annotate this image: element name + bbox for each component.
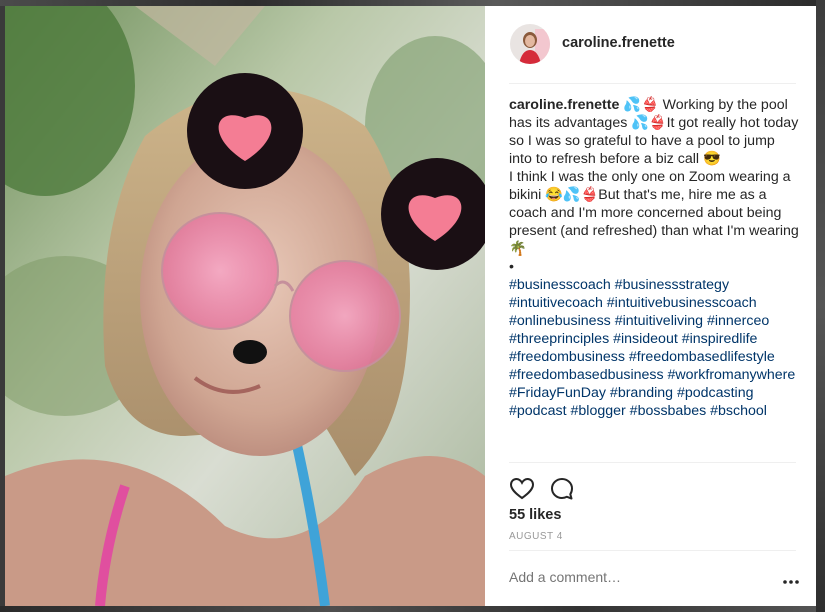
speech-bubble-icon[interactable] [549,476,575,502]
post-details-panel: caroline.frenette caroline.frenette 💦👙 W… [485,6,816,606]
caption-text-2: I think I was the only one on Zoom weari… [509,169,799,257]
avatar[interactable] [510,24,550,64]
ellipsis-icon[interactable] [782,574,800,584]
post-modal: caroline.frenette caroline.frenette 💦👙 W… [5,6,816,606]
caption-bullet: • [509,259,514,275]
background-overlay-bottom [0,606,825,612]
header-divider [509,83,796,84]
header-username[interactable]: caroline.frenette [562,35,675,51]
caption-divider [509,462,796,463]
post-caption: caroline.frenette 💦👙 Working by the pool… [509,96,799,458]
comment-divider [509,550,796,551]
post-date: AUGUST 4 [509,531,563,542]
likes-count[interactable]: 55 likes [509,507,561,523]
post-photo [5,6,485,606]
heart-icon[interactable] [509,476,535,502]
caption-username[interactable]: caroline.frenette [509,97,619,113]
post-header: caroline.frenette [485,6,816,83]
hashtags[interactable]: #businesscoach #businessstrategy #intuit… [509,276,799,420]
background-overlay-right [816,0,825,612]
comment-input[interactable] [509,569,759,585]
